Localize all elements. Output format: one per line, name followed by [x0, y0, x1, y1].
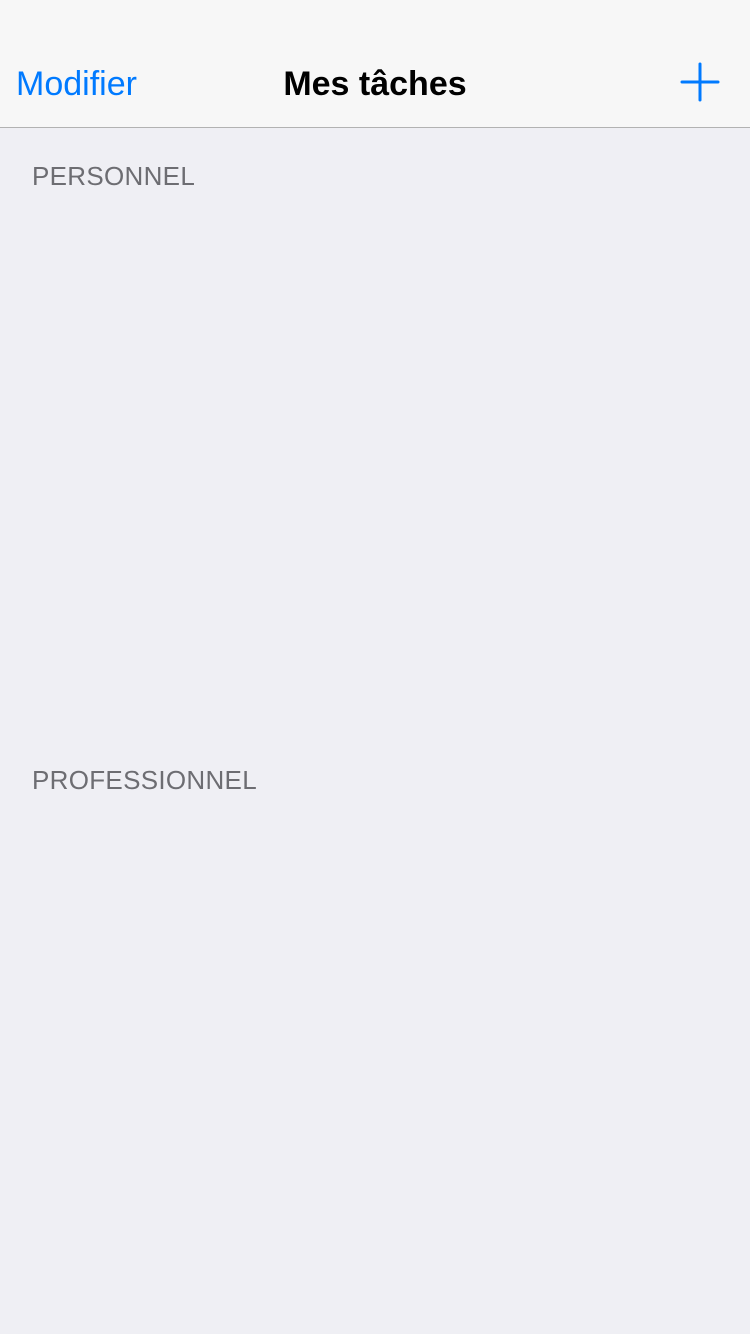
plus-icon [680, 62, 720, 102]
section-professionnel-list [0, 804, 750, 1334]
page-title: Mes tâches [283, 65, 467, 103]
navigation-bar: Modifier Mes tâches [0, 0, 750, 128]
add-task-button[interactable] [674, 56, 726, 108]
section-personnel-list [0, 200, 750, 740]
section-header-professionnel: PROFESSIONNEL [32, 765, 257, 795]
section-header-personnel: PERSONNEL [32, 161, 196, 191]
